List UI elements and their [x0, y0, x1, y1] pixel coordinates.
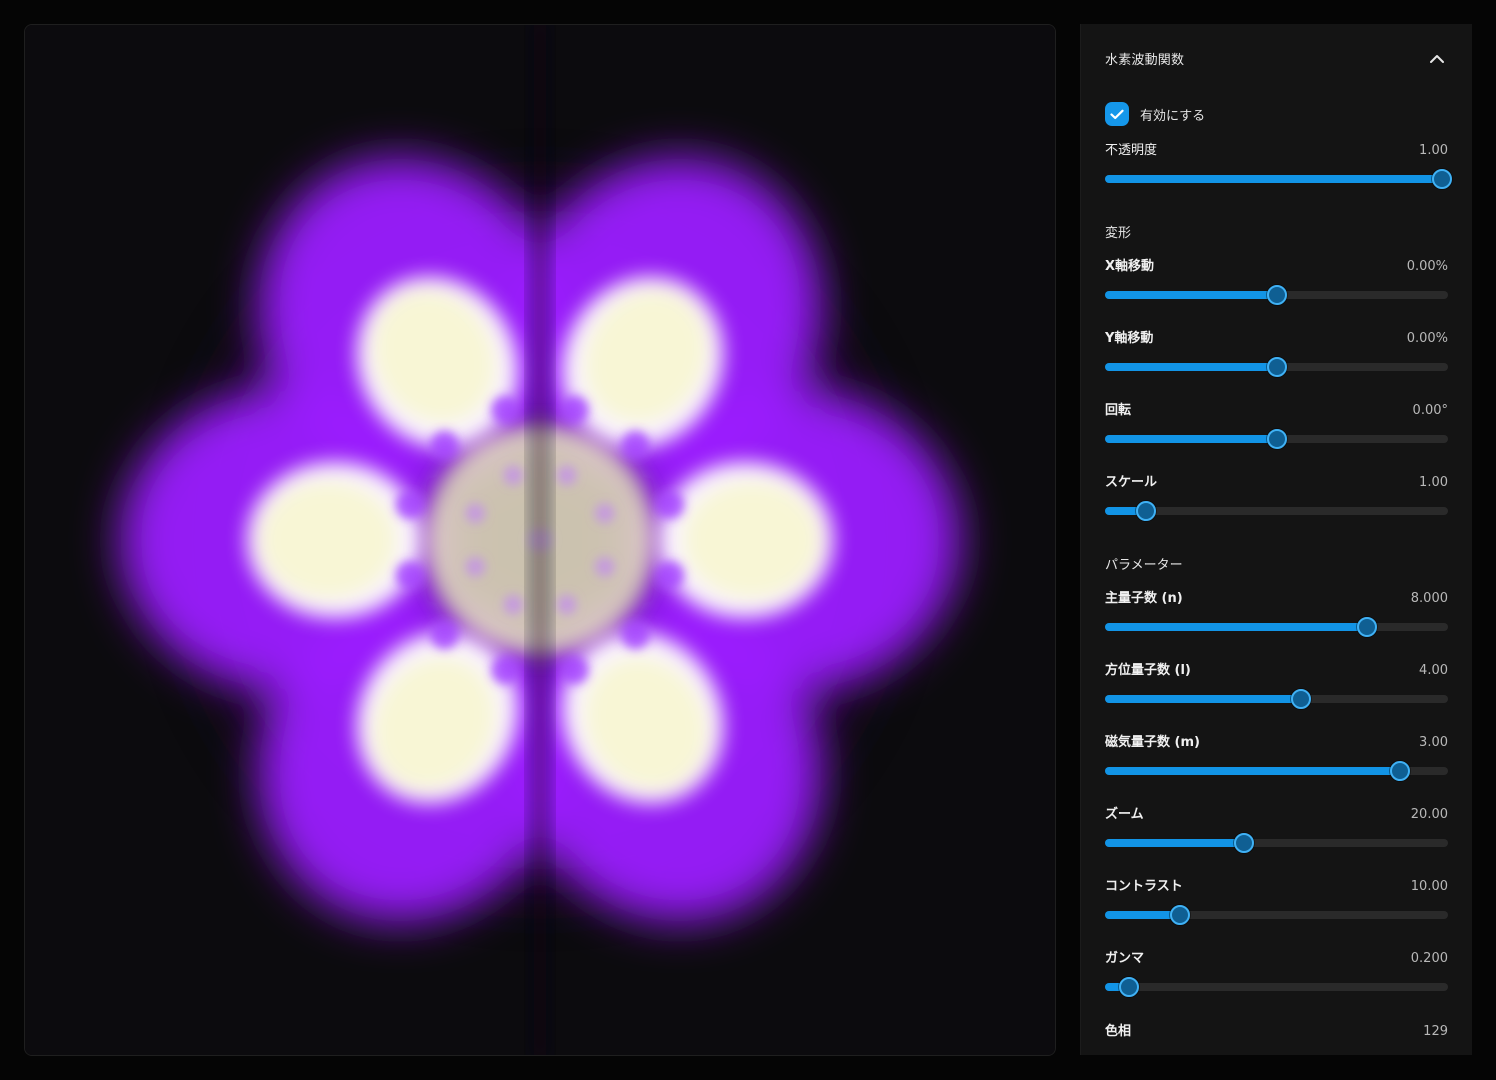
contrast-slider-fill: [1105, 911, 1180, 919]
opacity-value: 1.00: [1419, 143, 1448, 158]
zoom-slider-fill: [1105, 839, 1244, 847]
scale-value: 1.00: [1419, 475, 1448, 490]
y-offset-value: 0.00%: [1406, 331, 1448, 346]
gamma-value: 0.200: [1410, 951, 1448, 966]
collapse-chevron-up-icon[interactable]: [1426, 47, 1448, 69]
x-offset-value: 0.00%: [1406, 259, 1448, 274]
opacity-slider-thumb[interactable]: [1432, 169, 1452, 189]
checkmark-icon: [1110, 109, 1124, 119]
panel-header: 水素波動関数: [1105, 46, 1448, 70]
m-slider[interactable]: [1105, 761, 1448, 781]
n-slider-fill: [1105, 623, 1368, 631]
l-control: 方位量子数 (l) 4.00: [1105, 659, 1448, 719]
n-control: 主量子数 (n) 8.000: [1105, 587, 1448, 647]
panel-title: 水素波動関数: [1105, 52, 1185, 68]
opacity-slider-fill: [1105, 175, 1442, 183]
opacity-label: 不透明度: [1105, 143, 1158, 158]
n-label: 主量子数 (n): [1105, 591, 1183, 606]
enable-checkbox[interactable]: [1105, 102, 1129, 126]
y-offset-slider-thumb[interactable]: [1266, 357, 1287, 377]
preview-canvas[interactable]: [24, 24, 1056, 1056]
x-offset-slider[interactable]: [1105, 285, 1448, 305]
settings-panel: 水素波動関数 有効にする 不透明度 1.00 変形 パラメーター 色相 129 …: [1080, 24, 1472, 1055]
l-slider-fill: [1105, 695, 1301, 703]
contrast-slider-thumb[interactable]: [1169, 905, 1190, 925]
hue-control: 色相 129: [1105, 1020, 1448, 1040]
zoom-slider-thumb[interactable]: [1233, 833, 1254, 853]
y-offset-slider-fill: [1105, 363, 1277, 371]
gamma-control: ガンマ 0.200: [1105, 947, 1448, 1007]
scale-control: スケール 1.00: [1105, 471, 1448, 531]
rotation-value: 0.00°: [1412, 403, 1448, 418]
rotation-slider-thumb[interactable]: [1266, 429, 1287, 449]
m-slider-fill: [1105, 767, 1400, 775]
rotation-slider-fill: [1105, 435, 1277, 443]
scale-slider-thumb[interactable]: [1136, 501, 1157, 521]
contrast-slider[interactable]: [1105, 905, 1448, 925]
orbital-render: [25, 25, 1055, 1055]
scale-slider[interactable]: [1105, 501, 1448, 521]
transform-section-heading: 変形: [1105, 226, 1132, 241]
zoom-value: 20.00: [1410, 807, 1448, 822]
contrast-value: 10.00: [1410, 879, 1448, 894]
zoom-label: ズーム: [1105, 807, 1144, 822]
hue-label: 色相: [1105, 1024, 1132, 1039]
opacity-slider[interactable]: [1105, 169, 1452, 189]
hue-value: 129: [1423, 1024, 1448, 1039]
opacity-control: 不透明度 1.00: [1105, 139, 1452, 199]
y-offset-slider[interactable]: [1105, 357, 1448, 377]
x-offset-slider-fill: [1105, 291, 1277, 299]
contrast-label: コントラスト: [1105, 879, 1183, 894]
gamma-slider[interactable]: [1105, 977, 1448, 997]
zoom-control: ズーム 20.00: [1105, 803, 1448, 863]
rotation-slider[interactable]: [1105, 429, 1448, 449]
l-label: 方位量子数 (l): [1105, 663, 1191, 678]
m-control: 磁気量子数 (m) 3.00: [1105, 731, 1448, 791]
zoom-slider[interactable]: [1105, 833, 1448, 853]
n-slider-thumb[interactable]: [1357, 617, 1378, 637]
gamma-label: ガンマ: [1105, 951, 1145, 966]
y-offset-control: Y軸移動 0.00%: [1105, 327, 1448, 387]
m-slider-thumb[interactable]: [1389, 761, 1410, 781]
l-slider-thumb[interactable]: [1290, 689, 1311, 709]
n-value: 8.000: [1410, 591, 1448, 606]
x-offset-slider-thumb[interactable]: [1266, 285, 1287, 305]
parameters-section-heading: パラメーター: [1105, 558, 1183, 573]
l-slider[interactable]: [1105, 689, 1448, 709]
enable-toggle[interactable]: 有効にする: [1105, 102, 1205, 126]
rotation-label: 回転: [1105, 403, 1132, 418]
n-slider[interactable]: [1105, 617, 1448, 637]
contrast-control: コントラスト 10.00: [1105, 875, 1448, 935]
rotation-control: 回転 0.00°: [1105, 399, 1448, 459]
scale-label: スケール: [1105, 475, 1158, 490]
y-offset-label: Y軸移動: [1105, 331, 1154, 346]
m-label: 磁気量子数 (m): [1105, 735, 1200, 750]
x-offset-control: X軸移動 0.00%: [1105, 255, 1448, 315]
enable-label: 有効にする: [1140, 108, 1206, 124]
x-offset-label: X軸移動: [1105, 259, 1155, 274]
m-value: 3.00: [1419, 735, 1448, 750]
gamma-slider-thumb[interactable]: [1119, 977, 1139, 997]
l-value: 4.00: [1419, 663, 1448, 678]
